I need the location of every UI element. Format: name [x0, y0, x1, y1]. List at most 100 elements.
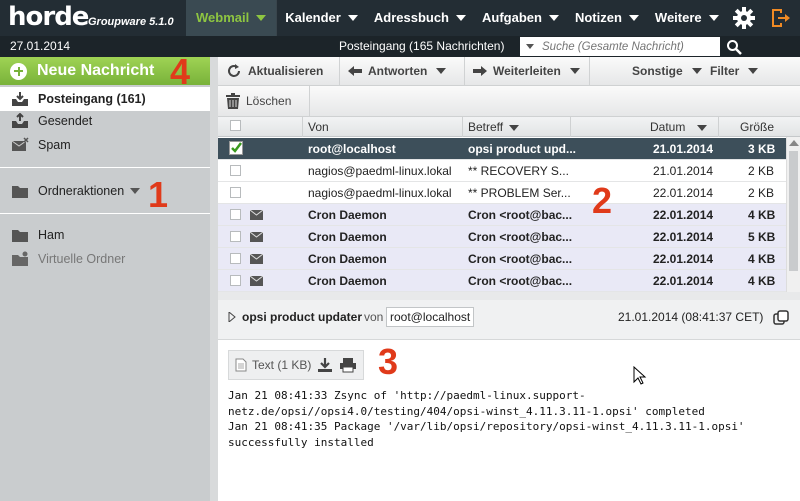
folder-ham[interactable]: Ham [0, 223, 210, 247]
reply-button[interactable]: Antworten [340, 57, 465, 85]
envelope-icon [250, 276, 263, 286]
popout-icon[interactable] [773, 310, 789, 326]
row-checkbox[interactable] [230, 253, 241, 264]
refresh-button[interactable]: Aktualisieren [218, 57, 340, 85]
column-subject-label: Betreff [468, 120, 504, 134]
other-label: Sonstige [632, 64, 683, 78]
spam-icon [11, 137, 29, 151]
table-row[interactable]: nagios@paedml-linux.lokal ** RECOVERY S.… [218, 160, 786, 182]
sort-caret-icon [509, 125, 520, 131]
callout-2: 2 [592, 180, 613, 221]
table-row[interactable]: Cron Daemon Cron <root@bac... 22.01.2014… [218, 226, 786, 248]
row-checkbox[interactable] [230, 275, 241, 286]
folder-label: Ham [38, 228, 65, 242]
search-box [520, 37, 720, 56]
nav-notizen[interactable]: Notizen [567, 0, 647, 36]
chevron-down-icon [256, 15, 267, 21]
table-row[interactable]: Cron Daemon Cron <root@bac... 22.01.2014… [218, 248, 786, 270]
row-checkbox[interactable] [230, 187, 241, 198]
row-subject: Cron <root@bac... [468, 230, 573, 244]
chevron-down-icon [708, 15, 719, 21]
search-options-dropdown-icon[interactable] [526, 44, 534, 49]
nav-kalender-label: Kalender [285, 10, 341, 25]
delete-button[interactable]: Löschen [218, 86, 310, 116]
chevron-down-icon [130, 188, 141, 194]
preview-subject: opsi product updater [242, 310, 362, 324]
folder-label: Spam [38, 138, 71, 152]
forward-button[interactable]: Weiterleiten [465, 57, 590, 85]
gear-icon[interactable] [732, 6, 756, 30]
checkbox-checked-icon[interactable] [229, 141, 243, 155]
chevron-down-icon[interactable] [436, 68, 447, 74]
nav-notizen-label: Notizen [574, 10, 622, 25]
row-checkbox[interactable] [230, 209, 241, 220]
other-button[interactable]: Sonstige [590, 57, 710, 85]
scroll-up-icon[interactable] [789, 139, 799, 147]
column-size[interactable]: Größe [740, 120, 774, 134]
row-subject: Cron <root@bac... [468, 274, 573, 288]
search-input[interactable] [542, 40, 712, 53]
chevron-down-icon[interactable] [569, 68, 580, 74]
nav-aufgaben[interactable]: Aufgaben [474, 0, 567, 36]
row-from: root@localhost [308, 142, 396, 156]
row-from: Cron Daemon [308, 252, 387, 266]
filter-button[interactable]: Filter [710, 57, 766, 85]
row-date: 22.01.2014 [653, 274, 714, 288]
scrollbar-thumb[interactable] [789, 151, 798, 271]
nav-kalender[interactable]: Kalender [277, 0, 366, 36]
row-date: 22.01.2014 [653, 186, 714, 200]
row-date: 21.01.2014 [653, 164, 714, 178]
search-icon[interactable] [726, 39, 742, 55]
top-bar: horde Groupware 5.1.0 Webmail Kalender A… [0, 0, 800, 36]
refresh-label: Aktualisieren [248, 64, 324, 78]
row-checkbox[interactable] [230, 165, 241, 176]
folder-spam[interactable]: Spam [0, 133, 210, 157]
column-date[interactable]: Datum [650, 120, 707, 134]
row-size: 2 KB [748, 186, 775, 200]
preview-header: opsi product updater von root@localhost … [218, 300, 800, 340]
preview-splitter[interactable] [218, 292, 800, 300]
nav-webmail-label: Webmail [196, 10, 250, 25]
horde-logo[interactable]: horde [8, 2, 89, 32]
table-row[interactable]: nagios@paedml-linux.lokal ** PROBLEM Ser… [218, 182, 786, 204]
row-date: 22.01.2014 [653, 252, 714, 266]
print-icon[interactable] [339, 357, 357, 373]
row-subject: Cron <root@bac... [468, 252, 573, 266]
delete-label: Löschen [246, 94, 292, 108]
folder-sent[interactable]: Gesendet [0, 109, 210, 133]
chevron-down-icon [691, 68, 702, 74]
logout-icon[interactable] [768, 6, 792, 30]
body-line: Jan 21 08:41:35 Package '/var/lib/opsi/r… [228, 420, 745, 433]
sidebar-splitter[interactable] [210, 57, 218, 501]
download-icon[interactable] [317, 357, 333, 373]
preview-from-prefix: von [364, 310, 384, 324]
nav-webmail[interactable]: Webmail [186, 0, 277, 36]
folder-actions[interactable]: Ordneraktionen [0, 179, 210, 203]
arrow-right-icon [473, 66, 487, 76]
expand-arrow-icon[interactable] [228, 312, 236, 322]
select-all-checkbox[interactable] [230, 120, 241, 131]
preview-from-address[interactable]: root@localhost [386, 307, 475, 327]
folder-label: Virtuelle Ordner [38, 252, 126, 266]
message-list-scrollbar[interactable] [786, 137, 800, 292]
folder-label: Gesendet [38, 114, 93, 128]
column-from[interactable]: Von [308, 120, 329, 134]
nav-weitere[interactable]: Weitere [647, 0, 727, 36]
row-size: 4 KB [748, 208, 776, 222]
row-checkbox[interactable] [230, 231, 241, 242]
table-row[interactable]: root@localhost opsi product upd... 21.01… [218, 138, 786, 160]
table-row[interactable]: Cron Daemon Cron <root@bac... 22.01.2014… [218, 204, 786, 226]
trash-icon [226, 93, 240, 109]
attachment-label[interactable]: Text (1 KB) [252, 358, 311, 372]
table-row[interactable]: Cron Daemon Cron <root@bac... 22.01.2014… [218, 270, 786, 292]
sort-caret-icon [696, 125, 707, 131]
filter-label: Filter [710, 64, 740, 78]
message-toolbar-2: Löschen [218, 86, 800, 117]
refresh-icon [228, 64, 240, 77]
mouse-cursor-icon [633, 366, 647, 385]
nav-adressbuch[interactable]: Adressbuch [366, 0, 474, 36]
current-date: 27.01.2014 [10, 39, 71, 53]
column-subject[interactable]: Betreff [468, 120, 520, 134]
folder-virtual[interactable]: Virtuelle Ordner [0, 247, 210, 271]
envelope-icon [250, 210, 263, 220]
